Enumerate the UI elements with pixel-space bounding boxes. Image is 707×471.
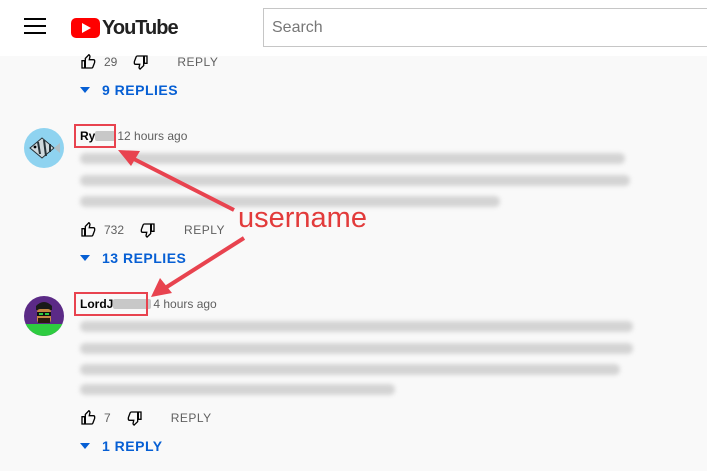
youtube-logo[interactable]: YouTube bbox=[71, 14, 179, 42]
logo-text: YouTube bbox=[102, 16, 179, 39]
masthead: YouTube bbox=[0, 0, 707, 56]
replies-label: 1 REPLY bbox=[102, 438, 163, 454]
blurred-comment-text bbox=[80, 343, 633, 354]
caret-down-icon bbox=[80, 443, 90, 449]
avatar[interactable] bbox=[24, 128, 64, 168]
blurred-comment-text bbox=[80, 153, 625, 164]
annotation-label: username bbox=[238, 202, 367, 234]
comment-actions: 7 REPLY bbox=[80, 408, 212, 428]
search-input[interactable] bbox=[263, 8, 707, 47]
replies-label: 9 REPLIES bbox=[102, 82, 179, 98]
username-highlight-box bbox=[74, 292, 148, 316]
view-replies-button[interactable]: 1 REPLY bbox=[80, 438, 163, 454]
caret-down-icon bbox=[80, 87, 90, 93]
avatar[interactable] bbox=[24, 296, 64, 336]
comment-actions: 732 REPLY bbox=[80, 220, 225, 240]
like-icon[interactable] bbox=[80, 222, 96, 238]
view-replies-button[interactable]: 9 REPLIES bbox=[80, 82, 178, 98]
arrowhead-icon bbox=[151, 278, 172, 297]
blurred-comment-text bbox=[80, 364, 620, 375]
angelfish-icon bbox=[24, 128, 64, 168]
cartoon-person-icon bbox=[24, 296, 64, 336]
menu-icon[interactable] bbox=[24, 18, 46, 36]
dislike-icon[interactable] bbox=[133, 54, 149, 70]
reply-button[interactable]: REPLY bbox=[171, 411, 212, 425]
comment-timestamp[interactable]: 12 hours ago bbox=[117, 129, 187, 143]
comment-actions: 29 REPLY bbox=[80, 52, 218, 72]
reply-button[interactable]: REPLY bbox=[184, 223, 225, 237]
like-count: 732 bbox=[104, 223, 125, 237]
youtube-play-icon bbox=[71, 18, 100, 38]
blurred-comment-text bbox=[80, 321, 633, 332]
dislike-icon[interactable] bbox=[127, 410, 143, 426]
blurred-comment-text bbox=[80, 384, 395, 395]
username-highlight-box bbox=[74, 124, 116, 148]
caret-down-icon bbox=[80, 255, 90, 261]
like-count: 7 bbox=[104, 411, 111, 425]
like-icon[interactable] bbox=[80, 54, 96, 70]
like-count: 29 bbox=[104, 55, 118, 69]
like-icon[interactable] bbox=[80, 410, 96, 426]
comment-timestamp[interactable]: 4 hours ago bbox=[153, 297, 216, 311]
replies-label: 13 REPLIES bbox=[102, 250, 187, 266]
view-replies-button[interactable]: 13 REPLIES bbox=[80, 250, 186, 266]
blurred-comment-text bbox=[80, 175, 630, 186]
reply-button[interactable]: REPLY bbox=[177, 55, 218, 69]
dislike-icon[interactable] bbox=[140, 222, 156, 238]
